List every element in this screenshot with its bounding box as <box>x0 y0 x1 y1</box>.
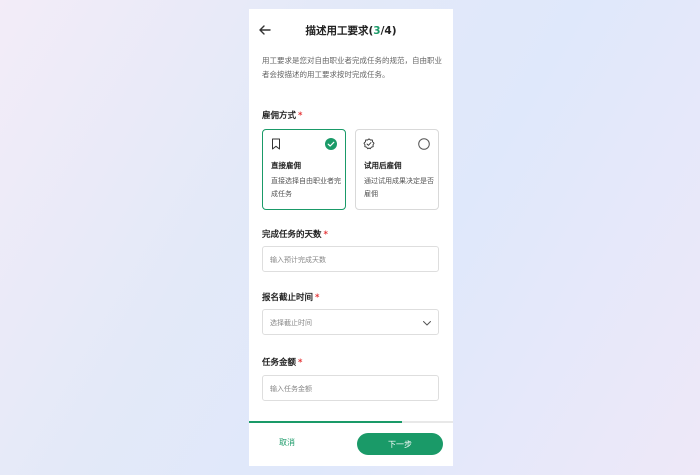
days-label: 完成任务的天数 * <box>262 228 328 240</box>
option-desc: 直接选择自由职业者完成任务 <box>271 177 341 198</box>
required-mark: * <box>323 230 328 240</box>
required-mark: * <box>298 358 303 368</box>
footer-bar: 取消 下一步 <box>249 423 453 466</box>
page-title: 描述用工要求(3/4) <box>249 23 453 38</box>
title-step-rest: /4) <box>380 25 397 37</box>
badge-check-icon <box>363 138 375 150</box>
unchecked-radio-icon[interactable] <box>418 138 430 150</box>
header-bar: 描述用工要求(3/4) <box>249 9 453 53</box>
days-placeholder: 输入预计完成天数 <box>270 256 326 264</box>
employment-label-text: 雇佣方式 <box>262 111 297 121</box>
option-direct-hire[interactable]: 直接雇佣 直接选择自由职业者完成任务 <box>262 129 346 210</box>
required-mark: * <box>298 111 303 121</box>
days-label-text: 完成任务的天数 <box>262 230 322 240</box>
amount-label-text: 任务金额 <box>262 358 297 368</box>
bookmark-icon <box>272 138 280 150</box>
option-title: 直接雇佣 <box>271 161 301 170</box>
required-mark: * <box>315 293 320 303</box>
employment-label: 雇佣方式 * <box>262 109 302 121</box>
option-trial-hire[interactable]: 试用后雇佣 通过试用成果决定是否雇佣 <box>355 129 439 210</box>
amount-input[interactable]: 输入任务金额 <box>262 375 439 401</box>
days-input[interactable]: 输入预计完成天数 <box>262 246 439 272</box>
option-desc: 通过试用成果决定是否雇佣 <box>364 177 434 198</box>
amount-placeholder: 输入任务金额 <box>270 385 312 393</box>
cancel-button[interactable]: 取消 <box>279 437 295 448</box>
amount-label: 任务金额 * <box>262 356 302 368</box>
title-step-current: 3 <box>373 25 381 37</box>
deadline-placeholder: 选择截止时间 <box>270 319 312 327</box>
title-text: 描述用工要求 <box>305 25 369 37</box>
chevron-down-icon <box>423 321 431 326</box>
deadline-label-text: 报名截止时间 <box>262 293 314 303</box>
form-screen: 描述用工要求(3/4) 用工要求是您对自由职业者完成任务的规范，自由职业者会按描… <box>249 9 453 466</box>
intro-description: 用工要求是您对自由职业者完成任务的规范，自由职业者会按描述的用工要求按时完成任务… <box>262 56 442 79</box>
deadline-select[interactable]: 选择截止时间 <box>262 309 439 335</box>
option-title: 试用后雇佣 <box>364 161 402 170</box>
next-step-button[interactable]: 下一步 <box>357 433 443 455</box>
checked-radio-icon[interactable] <box>325 138 337 150</box>
deadline-label: 报名截止时间 * <box>262 291 319 303</box>
